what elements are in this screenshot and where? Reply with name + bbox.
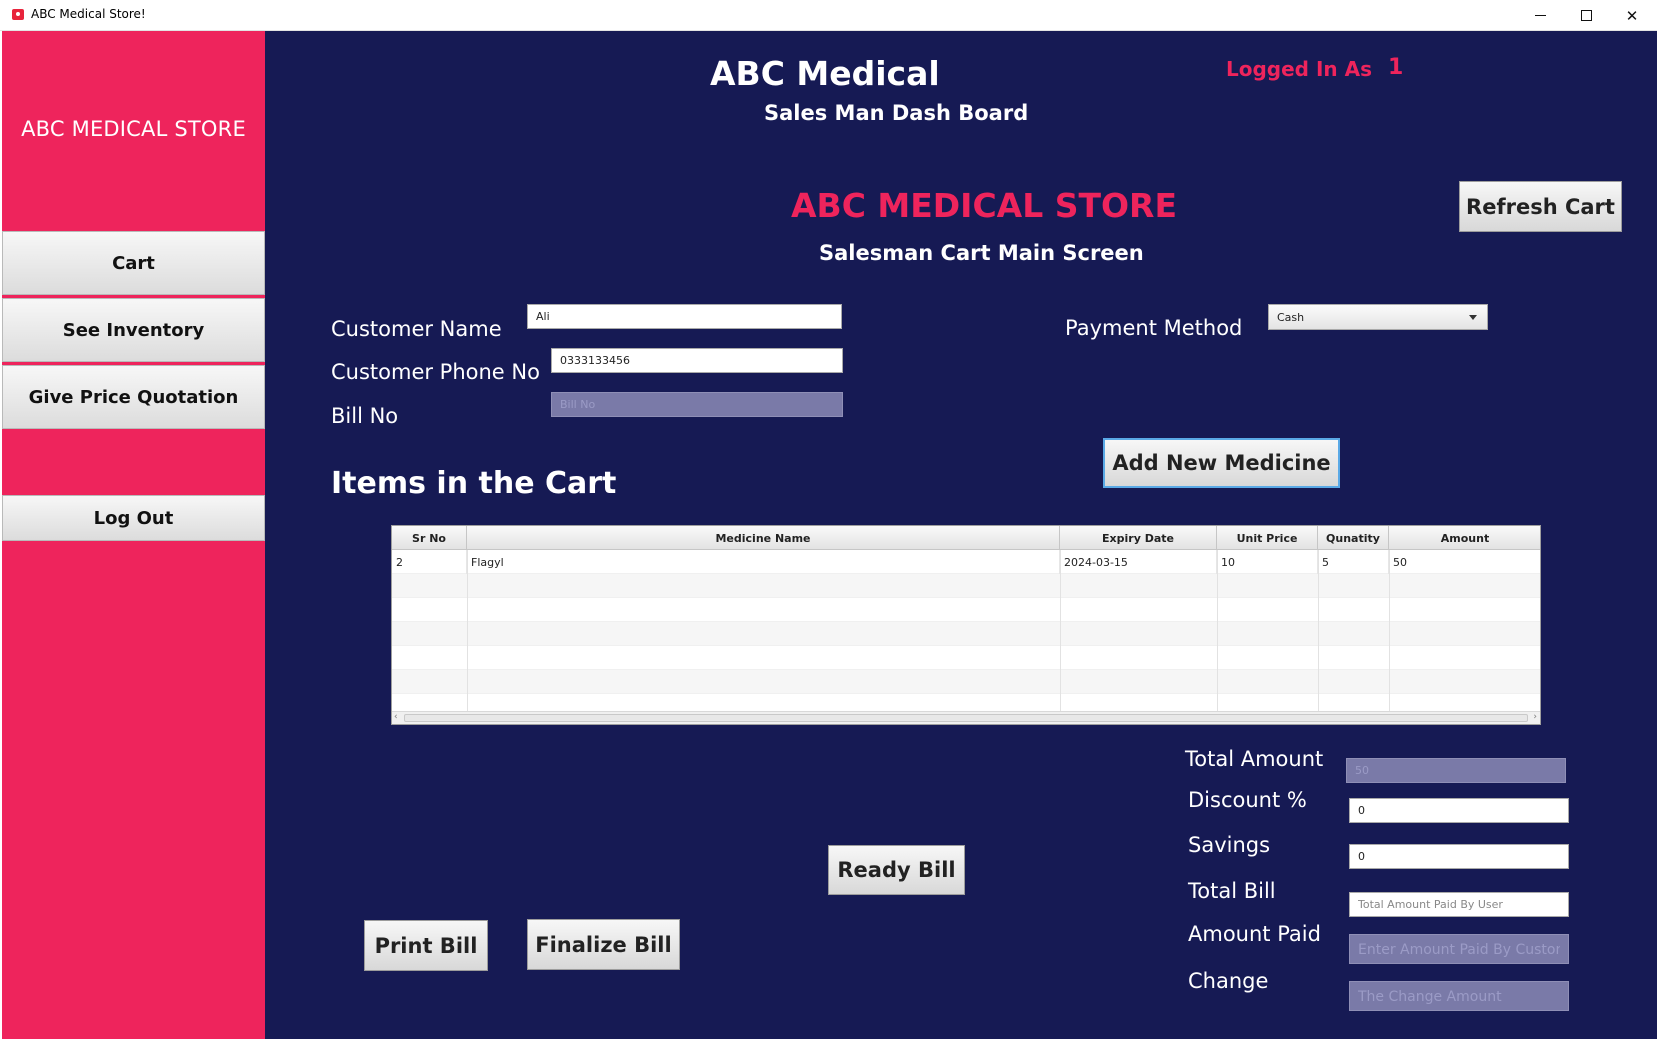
page-subtitle: Sales Man Dash Board — [764, 101, 1029, 125]
sidebar-item-cart[interactable]: Cart — [2, 231, 265, 295]
customer-phone-field[interactable] — [551, 348, 843, 373]
column-divider — [1060, 550, 1061, 712]
scroll-left-icon[interactable]: ‹ — [394, 712, 398, 722]
sidebar: ABC MEDICAL STORE Cart See Inventory Giv… — [2, 31, 265, 1039]
total-bill-label: Total Bill — [1188, 879, 1276, 903]
amount-paid-field — [1349, 934, 1569, 964]
window-titlebar: ABC Medical Store! ✕ — [0, 0, 1657, 31]
change-label: Change — [1188, 969, 1269, 993]
scrollbar-thumb[interactable] — [404, 714, 1528, 722]
store-title: ABC MEDICAL STORE — [791, 186, 1178, 225]
customer-name-label: Customer Name — [331, 317, 502, 341]
close-button[interactable]: ✕ — [1609, 0, 1655, 31]
bill-no-input — [560, 398, 834, 411]
cell-medicine-name: Flagyl — [467, 550, 1060, 574]
column-header-expiry-date[interactable]: Expiry Date — [1060, 526, 1217, 550]
minimize-button[interactable] — [1517, 0, 1563, 31]
customer-phone-label: Customer Phone No — [331, 360, 540, 384]
chevron-down-icon — [1469, 315, 1477, 320]
horizontal-scrollbar[interactable]: ‹ › — [392, 711, 1540, 724]
scroll-right-icon[interactable]: › — [1533, 712, 1537, 722]
cell-quantity: 5 — [1318, 550, 1389, 574]
logged-in-value: 1 — [1388, 55, 1404, 80]
table-header: Sr No Medicine Name Expiry Date Unit Pri… — [392, 526, 1540, 550]
logout-button[interactable]: Log Out — [2, 495, 265, 541]
total-amount-label: Total Amount — [1185, 747, 1324, 771]
column-header-sr-no[interactable]: Sr No — [392, 526, 467, 550]
payment-method-value: Cash — [1277, 311, 1305, 324]
savings-input[interactable] — [1358, 850, 1560, 863]
screen-title: Salesman Cart Main Screen — [819, 241, 1144, 265]
total-amount-field — [1346, 758, 1566, 783]
customer-phone-input[interactable] — [560, 354, 834, 367]
column-divider — [1389, 550, 1390, 712]
minimize-icon — [1534, 15, 1546, 16]
sidebar-item-see-inventory[interactable]: See Inventory — [2, 298, 265, 362]
bill-no-field — [551, 392, 843, 417]
window-title: ABC Medical Store! — [31, 7, 146, 21]
total-bill-input[interactable] — [1358, 898, 1560, 911]
ready-bill-button[interactable]: Ready Bill — [828, 845, 965, 895]
finalize-bill-button[interactable]: Finalize Bill — [527, 919, 680, 970]
table-row-empty — [392, 574, 1540, 598]
cart-table: Sr No Medicine Name Expiry Date Unit Pri… — [391, 525, 1541, 725]
cell-unit-price: 10 — [1217, 550, 1318, 574]
table-body: 2 Flagyl 2024-03-15 10 5 50 — [392, 550, 1540, 718]
discount-label: Discount % — [1188, 788, 1307, 812]
logged-in-label: Logged In As — [1226, 57, 1372, 81]
maximize-button[interactable] — [1563, 0, 1609, 31]
payment-method-label: Payment Method — [1065, 316, 1243, 340]
print-bill-button[interactable]: Print Bill — [364, 920, 488, 971]
cell-sr-no: 2 — [392, 550, 467, 574]
discount-field[interactable] — [1349, 798, 1569, 823]
table-row[interactable]: 2 Flagyl 2024-03-15 10 5 50 — [392, 550, 1540, 574]
cell-expiry-date: 2024-03-15 — [1060, 550, 1217, 574]
customer-name-field[interactable] — [527, 304, 842, 329]
column-divider — [1318, 550, 1319, 712]
amount-paid-label: Amount Paid — [1188, 922, 1321, 946]
table-row-empty — [392, 622, 1540, 646]
bill-no-label: Bill No — [331, 404, 399, 428]
table-row-empty — [392, 598, 1540, 622]
maximize-icon — [1580, 10, 1592, 21]
sidebar-brand: ABC MEDICAL STORE — [21, 117, 246, 141]
close-icon: ✕ — [1625, 6, 1639, 25]
refresh-cart-button[interactable]: Refresh Cart — [1459, 181, 1622, 232]
page-title: ABC Medical — [710, 54, 940, 93]
add-new-medicine-button[interactable]: Add New Medicine — [1103, 438, 1340, 488]
column-header-amount[interactable]: Amount — [1389, 526, 1541, 550]
table-row-empty — [392, 670, 1540, 694]
column-divider — [467, 550, 468, 712]
sidebar-item-give-price-quotation[interactable]: Give Price Quotation — [2, 365, 265, 429]
app-icon — [12, 9, 24, 20]
column-header-medicine-name[interactable]: Medicine Name — [467, 526, 1060, 550]
savings-label: Savings — [1188, 833, 1271, 857]
column-divider — [1217, 550, 1218, 712]
change-input — [1358, 989, 1560, 1005]
column-header-unit-price[interactable]: Unit Price — [1217, 526, 1318, 550]
total-bill-field[interactable] — [1349, 892, 1569, 917]
discount-input[interactable] — [1358, 804, 1560, 817]
payment-method-select[interactable]: Cash — [1268, 304, 1488, 330]
total-amount-input — [1355, 764, 1557, 777]
savings-field[interactable] — [1349, 844, 1569, 869]
customer-name-input[interactable] — [536, 310, 833, 323]
amount-paid-input — [1358, 942, 1560, 958]
items-in-cart-heading: Items in the Cart — [331, 466, 617, 501]
column-header-quantity[interactable]: Qunatity — [1318, 526, 1389, 550]
table-row-empty — [392, 646, 1540, 670]
cell-amount: 50 — [1393, 556, 1407, 569]
main-panel: ABC Medical Sales Man Dash Board Logged … — [265, 31, 1657, 1039]
change-field — [1349, 981, 1569, 1011]
